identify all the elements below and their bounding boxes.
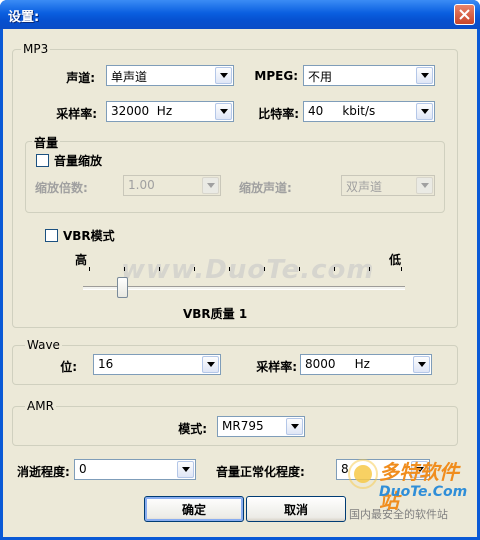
chevron-down-icon[interactable] [202, 177, 219, 194]
chevron-down-icon[interactable] [416, 67, 433, 84]
chevron-down-icon[interactable] [416, 177, 433, 194]
slider-tick [369, 267, 370, 271]
wave-bits-value: 16 [98, 357, 114, 371]
close-icon [459, 9, 470, 20]
fade-value: 0 [79, 462, 87, 476]
samplerate-select-value: 32000 Hz [111, 104, 173, 118]
mpeg-select-value: 不用 [308, 70, 333, 84]
chevron-down-icon[interactable] [413, 356, 430, 373]
checkbox-box[interactable] [36, 154, 49, 167]
chevron-down-icon[interactable] [215, 103, 232, 120]
mp3-group-label: MP3 [21, 42, 51, 56]
mpeg-label: MPEG: [254, 69, 298, 83]
chevron-down-icon[interactable] [202, 356, 219, 373]
samplerate-select[interactable]: 32000 Hz [106, 101, 234, 122]
channel-label: 声道: [66, 71, 95, 85]
vbr-mode-label: VBR模式 [63, 229, 115, 243]
wave-samplerate-label: 采样率: [256, 360, 297, 374]
wave-bits-select[interactable]: 16 [93, 354, 221, 375]
mpeg-select[interactable]: 不用 [303, 65, 435, 86]
amr-mode-select[interactable]: MR795 [217, 416, 305, 437]
volume-scale-checkbox[interactable]: 音量缩放 [36, 152, 102, 169]
scale-channel-value: 双声道 [346, 180, 383, 194]
fade-select[interactable]: 0 [74, 459, 196, 480]
slider-tick [194, 267, 195, 271]
window-title: 设置: [8, 10, 40, 25]
vbr-low-label: 低 [389, 253, 402, 267]
amr-group-label: AMR [25, 399, 56, 413]
site-logo: 多特软件站 DuoTe.Com 国内最安全的软件站 [343, 452, 477, 532]
scale-channel-label: 缩放声道: [239, 181, 292, 195]
wave-bits-label: 位: [60, 360, 77, 374]
vbr-quality-label: VBR质量 1 [183, 307, 248, 321]
close-button[interactable] [454, 4, 475, 25]
amr-mode-label: 模式: [178, 422, 207, 436]
slider-tick [264, 267, 265, 271]
vbr-mode-checkbox[interactable]: VBR模式 [45, 227, 115, 244]
logo-line2: DuoTe.Com [379, 484, 468, 500]
settings-window: 设置: MP3 声道: 单声道 MPEG: 不用 采样率: 32000 Hz 比… [0, 0, 480, 540]
amr-mode-value: MR795 [222, 419, 264, 433]
volume-scale-checkbox-label: 音量缩放 [54, 154, 103, 168]
dialog-body: MP3 声道: 单声道 MPEG: 不用 采样率: 32000 Hz 比特率: … [3, 29, 477, 537]
logo-line3: 国内最安全的软件站 [349, 508, 448, 521]
wave-samplerate-value: 8000 Hz [305, 357, 370, 371]
checkbox-box[interactable] [45, 229, 58, 242]
volume-group-label: 音量 [32, 134, 61, 151]
slider-tick [401, 267, 402, 271]
slider-tick [159, 267, 160, 271]
normalize-label: 音量正常化程度: [216, 465, 305, 479]
scale-factor-value: 1.00 [128, 178, 155, 192]
vbr-quality-slider-thumb[interactable] [117, 277, 128, 298]
vbr-high-label: 高 [75, 253, 88, 267]
scale-factor-label: 缩放倍数: [35, 181, 88, 195]
chevron-down-icon[interactable] [177, 461, 194, 478]
scale-factor-select[interactable]: 1.00 [123, 175, 221, 196]
slider-tick [229, 267, 230, 271]
samplerate-label: 采样率: [56, 107, 97, 121]
cancel-button[interactable]: 取消 [246, 496, 346, 522]
wave-group-label: Wave [25, 338, 62, 352]
chevron-down-icon[interactable] [286, 418, 303, 435]
channel-select[interactable]: 单声道 [106, 65, 234, 86]
slider-tick [89, 267, 90, 271]
slider-tick [334, 267, 335, 271]
bitrate-label: 比特率: [258, 107, 299, 121]
slider-tick [124, 267, 125, 271]
scale-channel-select[interactable]: 双声道 [341, 175, 435, 196]
vbr-quality-slider-track[interactable] [83, 286, 405, 290]
title-bar[interactable]: 设置: [0, 0, 480, 29]
ok-button[interactable]: 确定 [144, 496, 244, 522]
wave-samplerate-select[interactable]: 8000 Hz [300, 354, 432, 375]
channel-select-value: 单声道 [111, 70, 148, 84]
chevron-down-icon[interactable] [215, 67, 232, 84]
slider-tick [299, 267, 300, 271]
chevron-down-icon[interactable] [416, 103, 433, 120]
logo-sun-icon [348, 459, 378, 489]
bitrate-select[interactable]: 40 kbit/s [303, 101, 435, 122]
bitrate-select-value: 40 kbit/s [308, 104, 376, 118]
